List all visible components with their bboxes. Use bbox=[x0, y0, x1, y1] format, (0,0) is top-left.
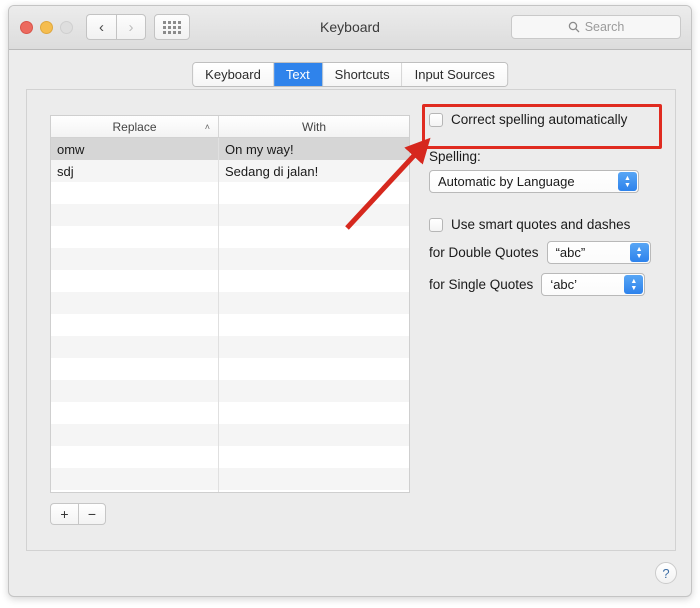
tab-keyboard[interactable]: Keyboard bbox=[193, 63, 274, 86]
cell-replace bbox=[51, 226, 219, 248]
watermark-text: www.yasir252.com bbox=[417, 595, 635, 596]
table-row-empty[interactable] bbox=[51, 446, 409, 468]
table-header-row: Replace ˄ With bbox=[51, 116, 409, 138]
cell-with bbox=[219, 468, 409, 490]
sort-ascending-icon: ˄ bbox=[204, 121, 210, 132]
single-quotes-label: for Single Quotes bbox=[429, 277, 534, 292]
table-row-empty[interactable] bbox=[51, 380, 409, 402]
cell-with: Sedang di jalan! bbox=[225, 163, 319, 179]
table-row-empty[interactable] bbox=[51, 182, 409, 204]
cell-replace bbox=[51, 424, 219, 446]
cell-with: On my way! bbox=[225, 141, 294, 157]
window-titlebar: ‹ › Keyboard Search bbox=[9, 6, 691, 50]
table-row-empty[interactable] bbox=[51, 270, 409, 292]
table-row-empty[interactable] bbox=[51, 204, 409, 226]
question-mark-icon: ? bbox=[662, 565, 670, 581]
spelling-options: Correct spelling automatically Spelling:… bbox=[429, 112, 659, 296]
cell-with bbox=[219, 182, 409, 204]
single-quotes-popup-button[interactable]: ‘abc’ ▲ ▼ bbox=[541, 273, 646, 296]
cell-with bbox=[219, 314, 409, 336]
cell-with bbox=[219, 402, 409, 424]
single-quotes-row: for Single Quotes ‘abc’ ▲ ▼ bbox=[429, 273, 659, 296]
correct-spelling-label: Correct spelling automatically bbox=[451, 112, 628, 127]
chevron-updown-icon: ▲ ▼ bbox=[618, 172, 637, 191]
cell-with bbox=[219, 358, 409, 380]
cell-replace bbox=[51, 270, 219, 292]
correct-spelling-checkbox[interactable] bbox=[429, 112, 443, 127]
cell-replace bbox=[51, 468, 219, 490]
smart-quotes-checkbox-row[interactable]: Use smart quotes and dashes bbox=[429, 217, 659, 232]
remove-button[interactable]: − bbox=[78, 503, 106, 525]
chevron-updown-icon: ▲ ▼ bbox=[629, 243, 649, 262]
table-row-empty[interactable] bbox=[51, 336, 409, 358]
double-quotes-value: “abc” bbox=[555, 245, 586, 260]
help-button[interactable]: ? bbox=[655, 562, 677, 584]
cell-replace bbox=[51, 446, 219, 468]
cell-replace bbox=[51, 402, 219, 424]
text-replacement-table[interactable]: Replace ˄ With omw On my way! sdj Sedang di… bbox=[50, 115, 410, 493]
table-row-empty[interactable] bbox=[51, 490, 409, 492]
spelling-popup-value: Automatic by Language bbox=[438, 174, 575, 189]
spelling-label: Spelling: bbox=[429, 149, 481, 164]
spelling-popup-button[interactable]: Automatic by Language ▲ ▼ bbox=[429, 170, 639, 193]
double-quotes-popup-button[interactable]: “abc” ▲ ▼ bbox=[546, 241, 651, 264]
cell-replace bbox=[51, 292, 219, 314]
tab-shortcuts[interactable]: Shortcuts bbox=[322, 63, 403, 86]
cell-replace bbox=[51, 204, 219, 226]
cell-with bbox=[219, 270, 409, 292]
smart-quotes-checkbox[interactable] bbox=[429, 217, 443, 232]
single-quotes-value: ‘abc’ bbox=[550, 277, 578, 292]
cell-with bbox=[219, 380, 409, 402]
add-remove-buttons: + − bbox=[50, 503, 106, 525]
cell-with bbox=[219, 424, 409, 446]
search-icon bbox=[568, 21, 580, 33]
search-placeholder: Search bbox=[584, 20, 625, 34]
table-row-empty[interactable] bbox=[51, 314, 409, 336]
table-row-empty[interactable] bbox=[51, 248, 409, 270]
table-row[interactable]: sdj Sedang di jalan! bbox=[51, 160, 409, 182]
tab-text[interactable]: Text bbox=[273, 63, 323, 86]
table-body: omw On my way! sdj Sedang di jalan! bbox=[51, 138, 409, 492]
cell-with bbox=[219, 204, 409, 226]
cell-replace bbox=[51, 248, 219, 270]
smart-quotes-label: Use smart quotes and dashes bbox=[451, 217, 631, 232]
table-row-empty[interactable] bbox=[51, 292, 409, 314]
cell-replace bbox=[51, 314, 219, 336]
cell-replace bbox=[51, 358, 219, 380]
table-row-empty[interactable] bbox=[51, 424, 409, 446]
double-quotes-label: for Double Quotes bbox=[429, 245, 539, 260]
chevron-updown-icon: ▲ ▼ bbox=[624, 275, 644, 294]
keyboard-preferences-window: ‹ › Keyboard Search Keyboard Text Shortcut… bbox=[8, 5, 692, 597]
cell-replace bbox=[51, 490, 219, 492]
tab-input-sources[interactable]: Input Sources bbox=[402, 63, 507, 86]
cell-replace: omw bbox=[51, 138, 219, 160]
table-row[interactable]: omw On my way! bbox=[51, 138, 409, 160]
cell-with bbox=[219, 336, 409, 358]
table-row-empty[interactable] bbox=[51, 402, 409, 424]
correct-spelling-checkbox-row[interactable]: Correct spelling automatically bbox=[429, 112, 659, 127]
cell-with bbox=[219, 292, 409, 314]
column-header-with[interactable]: With bbox=[219, 116, 409, 137]
cell-with bbox=[219, 226, 409, 248]
column-header-replace[interactable]: Replace ˄ bbox=[51, 116, 219, 137]
cell-replace: sdj bbox=[51, 160, 219, 182]
cell-replace bbox=[51, 380, 219, 402]
table-row-empty[interactable] bbox=[51, 226, 409, 248]
cell-with bbox=[219, 248, 409, 270]
cell-replace bbox=[51, 182, 219, 204]
table-row-empty[interactable] bbox=[51, 468, 409, 490]
add-button[interactable]: + bbox=[50, 503, 78, 525]
table-row-empty[interactable] bbox=[51, 358, 409, 380]
text-settings-panel: Replace ˄ With omw On my way! sdj Sedang di… bbox=[26, 89, 676, 596]
cell-replace bbox=[51, 336, 219, 358]
cell-with bbox=[219, 446, 409, 468]
plus-icon: + bbox=[60, 506, 69, 522]
double-quotes-row: for Double Quotes “abc” ▲ ▼ bbox=[429, 241, 659, 264]
search-input[interactable]: Search bbox=[511, 15, 681, 39]
minus-icon: − bbox=[87, 506, 97, 522]
cell-with bbox=[219, 490, 409, 492]
